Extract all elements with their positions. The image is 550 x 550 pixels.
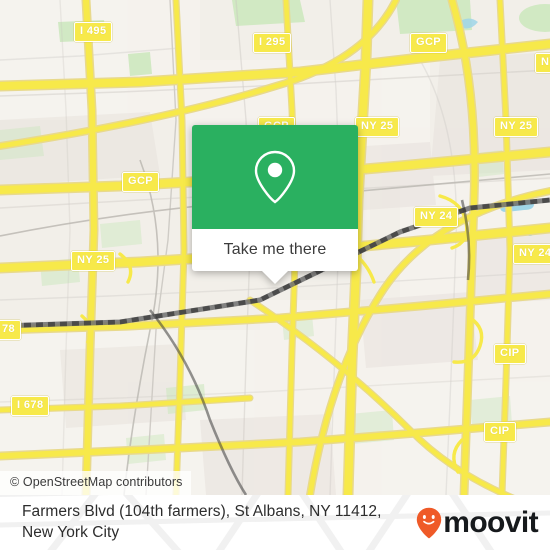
footer-bar: Farmers Blvd (104th farmers), St Albans,… [0, 495, 550, 550]
road-shield: I 495 [74, 22, 113, 42]
moovit-smiley-pin-icon [417, 507, 442, 538]
callout-pointer-tail [262, 271, 288, 284]
road-shield: GCP [410, 33, 448, 53]
address-line-1: Farmers Blvd (104th farmers), St Albans,… [22, 502, 382, 520]
map-attribution[interactable]: © OpenStreetMap contributors [0, 471, 191, 495]
take-me-there-label: Take me there [223, 241, 327, 258]
map-viewport[interactable]: I 495I 295GCPNYGCPNY 25NY 25GCPNY 24NY 2… [0, 0, 550, 495]
road-shield: NY 24 [414, 207, 459, 227]
road-shield: NY [535, 53, 550, 73]
road-shield: CIP [494, 344, 526, 364]
road-shield: I 678 [11, 396, 50, 416]
address-line-2: New York City [22, 523, 120, 541]
moovit-wordmark: moovit [443, 505, 538, 539]
moovit-logo[interactable]: moovit [416, 505, 539, 539]
location-callout[interactable]: Take me there [192, 125, 358, 284]
road-shield: CIP [484, 422, 516, 442]
road-shield: NY 24 [513, 244, 550, 264]
moovit-location-preview: I 495I 295GCPNYGCPNY 25NY 25GCPNY 24NY 2… [0, 0, 550, 550]
road-shield: GCP [122, 172, 160, 192]
road-shield: NY 25 [494, 117, 539, 137]
location-address: Farmers Blvd (104th farmers), St Albans,… [22, 502, 417, 543]
road-shield: I 295 [253, 33, 292, 53]
callout-action-bar[interactable]: Take me there [192, 229, 358, 284]
map-pin-icon [254, 150, 296, 204]
road-shield: NY 25 [355, 117, 400, 137]
callout-image-panel [192, 125, 358, 229]
road-shield: NY 25 [71, 251, 116, 271]
road-shield: 78 [0, 320, 22, 340]
